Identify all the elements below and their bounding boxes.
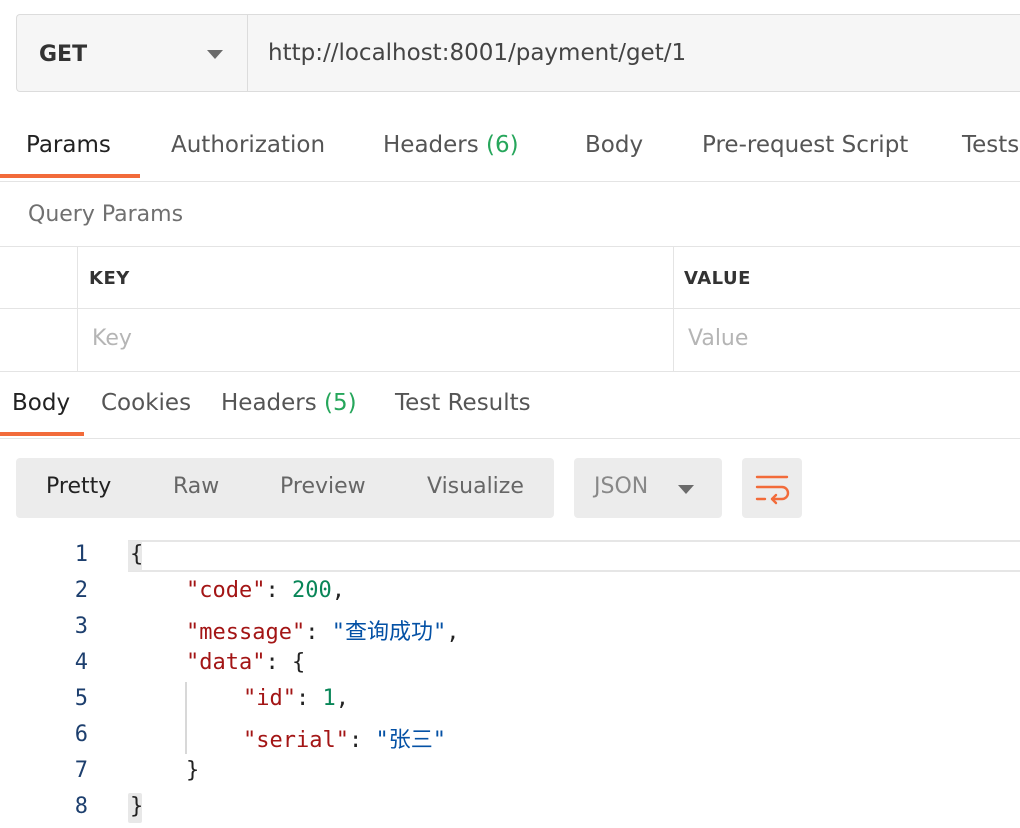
tab-test-results[interactable]: Test Results <box>395 390 531 416</box>
brace: } <box>186 758 200 783</box>
line-number: 5 <box>74 686 88 711</box>
tab-headers[interactable]: Headers (6) <box>383 132 519 158</box>
code-line-3: "message": "查询成功", <box>186 614 459 646</box>
json-number: 200 <box>291 578 332 603</box>
brace: { <box>130 542 144 567</box>
json-separator: : <box>348 728 376 753</box>
tab-tests[interactable]: Tests <box>962 132 1019 158</box>
line-number: 3 <box>74 614 88 639</box>
json-comma: , <box>446 620 460 645</box>
json-key: "data" <box>186 650 266 675</box>
code-line-7: } <box>186 758 199 783</box>
code-line-5: "id": 1, <box>243 686 349 711</box>
line-number: 6 <box>74 722 88 747</box>
request-bar: GET http://localhost:8001/payment/get/1 <box>0 0 1020 112</box>
request-tabs: Params Authorization Headers (6) Body Pr… <box>0 112 1020 182</box>
method-select[interactable]: GET <box>16 14 247 92</box>
tab-body[interactable]: Body <box>585 132 643 158</box>
json-key: "message" <box>186 620 306 645</box>
line-number: 8 <box>74 794 88 819</box>
wrap-lines-button[interactable] <box>742 458 802 518</box>
json-comma: , <box>331 578 345 603</box>
value-column-header: VALUE <box>684 268 751 289</box>
json-comma: , <box>335 686 349 711</box>
json-key: "id" <box>243 686 296 711</box>
active-tab-indicator <box>0 174 140 178</box>
view-mode-group: Pretty Raw Preview Visualize <box>16 458 554 518</box>
query-params-table: KEY VALUE Key Value <box>0 246 1020 371</box>
chevron-down-icon <box>207 50 223 59</box>
line-number: 4 <box>74 650 88 675</box>
line-number: 1 <box>74 542 88 567</box>
divider <box>0 246 1020 247</box>
divider <box>77 246 78 371</box>
url-input[interactable]: http://localhost:8001/payment/get/1 <box>247 14 1020 92</box>
response-tabs: Body Cookies Headers (5) Test Results <box>0 371 1020 439</box>
json-key: "code" <box>186 578 266 603</box>
response-body-viewer[interactable]: 1 2 3 4 5 6 7 8 { "code": 200, "message"… <box>0 538 1020 828</box>
value-input[interactable]: Value <box>688 326 748 351</box>
json-separator: : <box>295 686 323 711</box>
json-separator: : <box>305 620 332 645</box>
brace: } <box>130 794 144 819</box>
tab-response-headers-label: Headers <box>221 390 317 416</box>
divider <box>0 308 1020 309</box>
method-label: GET <box>39 42 88 67</box>
format-select[interactable]: JSON <box>574 458 722 518</box>
code-line-6: "serial": "张三" <box>243 722 446 754</box>
json-separator: : { <box>265 650 306 675</box>
code-line-2: "code": 200, <box>186 578 345 603</box>
chevron-down-icon <box>678 485 694 494</box>
key-input[interactable]: Key <box>92 326 132 351</box>
tab-response-headers[interactable]: Headers (5) <box>221 390 357 416</box>
tab-response-body[interactable]: Body <box>12 390 70 416</box>
divider <box>673 246 674 371</box>
active-line-highlight <box>128 540 1020 572</box>
response-headers-count-badge: (5) <box>324 390 357 416</box>
visualize-button[interactable]: Visualize <box>427 474 524 499</box>
json-string: "查询成功" <box>331 620 447 645</box>
format-label: JSON <box>594 474 649 499</box>
key-column-header: KEY <box>89 268 130 289</box>
json-string: "张三" <box>375 728 446 753</box>
code-line-8: } <box>130 794 143 819</box>
tab-authorization[interactable]: Authorization <box>171 132 325 158</box>
active-response-tab-indicator <box>0 432 84 436</box>
json-key: "serial" <box>243 728 349 753</box>
tab-params[interactable]: Params <box>26 132 111 158</box>
headers-count-badge: (6) <box>486 132 519 158</box>
tab-prerequest-script[interactable]: Pre-request Script <box>702 132 908 158</box>
query-params-title: Query Params <box>28 202 184 227</box>
line-number: 2 <box>74 578 88 603</box>
url-text: http://localhost:8001/payment/get/1 <box>268 40 687 66</box>
pretty-button[interactable]: Pretty <box>46 474 111 499</box>
json-number: 1 <box>322 686 336 711</box>
tab-cookies[interactable]: Cookies <box>101 390 191 416</box>
tab-headers-label: Headers <box>383 132 479 158</box>
code-line-4: "data": { <box>186 650 305 675</box>
raw-button[interactable]: Raw <box>173 474 219 499</box>
indent-guide <box>185 682 187 754</box>
wrap-lines-icon <box>755 475 790 505</box>
json-separator: : <box>265 578 292 603</box>
line-number: 7 <box>74 758 88 783</box>
preview-button[interactable]: Preview <box>280 474 366 499</box>
code-line-1: { <box>130 542 143 567</box>
